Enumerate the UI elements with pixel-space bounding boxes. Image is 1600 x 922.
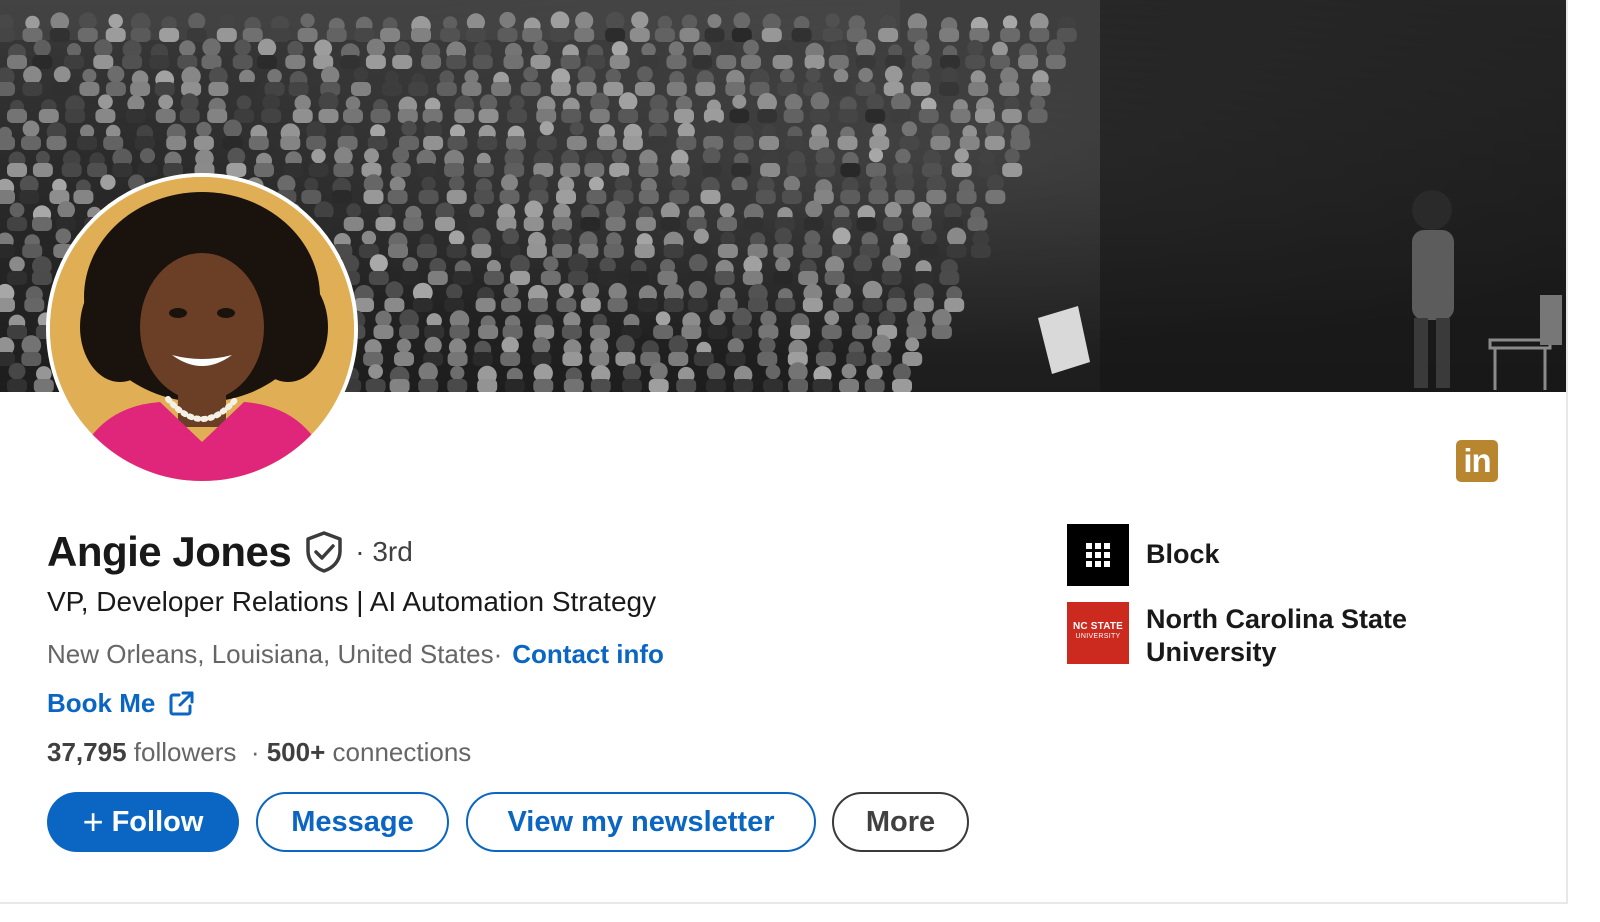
name-row: Angie Jones · 3rd [47, 528, 413, 576]
follow-button[interactable]: + Follow [47, 792, 239, 852]
view-newsletter-button[interactable]: View my newsletter [466, 792, 816, 852]
connection-degree: · 3rd [355, 536, 413, 567]
education-school[interactable]: NC STATE UNIVERSITY North Carolina State… [1067, 602, 1446, 669]
ncsu-logo: NC STATE UNIVERSITY [1067, 602, 1129, 664]
block-grid-logo [1067, 524, 1129, 586]
connections-count: 500+ [266, 737, 326, 767]
linkedin-logo-icon: in [1456, 440, 1498, 482]
website-link[interactable]: Book Me [47, 688, 195, 719]
external-link-icon [169, 691, 194, 715]
profile-photo[interactable] [46, 173, 358, 485]
connections-label[interactable]: connections [333, 737, 472, 767]
location-row: New Orleans, Louisiana, United States · … [47, 639, 664, 670]
followers-count: 37,795 [47, 737, 127, 767]
location-separator: · [493, 639, 503, 669]
company-name: Block [1146, 539, 1220, 569]
contact-info-link[interactable]: Contact info [512, 639, 664, 670]
profile-card: in Angie Jones · 3rd VP, Developer Relat… [0, 0, 1568, 904]
follow-label: Follow [111, 805, 204, 838]
message-button[interactable]: Message [256, 792, 449, 852]
follower-stats: 37,795 followers · 500+ connections [47, 737, 471, 768]
current-company[interactable]: Block [1067, 524, 1220, 586]
profile-name: Angie Jones [47, 528, 292, 575]
website-label: Book Me [47, 688, 156, 718]
school-name: North Carolina State University [1146, 604, 1408, 667]
followers-label[interactable]: followers [134, 737, 237, 767]
stats-separator: · [250, 737, 260, 767]
verified-shield-icon[interactable] [305, 531, 343, 573]
plus-icon: + [82, 801, 104, 842]
location-text: New Orleans, Louisiana, United States [47, 639, 494, 669]
more-button[interactable]: More [832, 792, 969, 852]
profile-headline: VP, Developer Relations | AI Automation … [47, 586, 657, 617]
